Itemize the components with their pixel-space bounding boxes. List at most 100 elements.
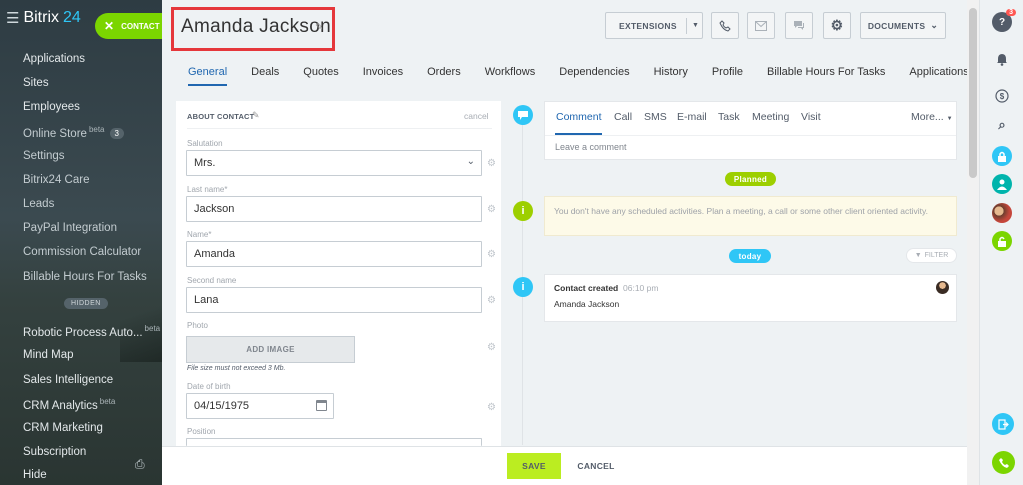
sidebar-item-sites[interactable]: Sites [23, 77, 49, 89]
tab-dependencies[interactable]: Dependencies [559, 66, 629, 86]
position-field[interactable] [186, 438, 482, 446]
chat-button[interactable] [785, 12, 813, 39]
tab-applications[interactable]: Applications [909, 66, 968, 86]
save-button[interactable]: SAVE [507, 453, 561, 479]
documents-button[interactable]: DOCUMENTS ⌄ [860, 12, 946, 39]
sidebar-item-crm-analytics[interactable]: CRM Analytics beta [23, 397, 115, 412]
tab-quotes[interactable]: Quotes [303, 66, 338, 86]
caret-down-icon[interactable]: ▼ [692, 22, 699, 29]
sidebar-item-leads[interactable]: Leads [23, 198, 54, 210]
filter-button[interactable]: ▼ FILTER [906, 248, 957, 263]
mail-icon [755, 20, 767, 31]
sidebar-item-subscription[interactable]: Subscription [23, 446, 86, 458]
avatar[interactable] [936, 281, 949, 294]
sidebar-item-commission[interactable]: Commission Calculator [23, 246, 141, 258]
dob-field[interactable]: 04/15/1975 [186, 393, 334, 419]
chevron-down-icon: ⌄ [466, 156, 475, 167]
telephony-icon[interactable]: $ [992, 86, 1012, 106]
divider [545, 135, 956, 136]
comment-icon [513, 105, 533, 125]
tab-invoices[interactable]: Invoices [363, 66, 403, 86]
tab-deals[interactable]: Deals [251, 66, 279, 86]
sidebar-item-bitrix24-care[interactable]: Bitrix24 Care [23, 174, 89, 186]
printer-icon[interactable]: ⎙ [135, 457, 145, 472]
add-image-button[interactable]: ADD IMAGE [186, 336, 355, 363]
scrollbar-thumb[interactable] [969, 8, 977, 178]
tab-orders[interactable]: Orders [427, 66, 461, 86]
tab-call[interactable]: Call [614, 111, 632, 123]
bell-icon[interactable] [992, 49, 1012, 69]
sidebar-item-crm-marketing[interactable]: CRM Marketing [23, 422, 103, 434]
sidebar-item-applications[interactable]: Applications [23, 53, 85, 65]
tab-general[interactable]: General [188, 66, 228, 86]
sidebar-item-hide[interactable]: Hide [23, 469, 47, 481]
user-icon[interactable] [992, 174, 1012, 194]
extensions-button[interactable]: EXTENSIONS ▼ [605, 12, 703, 39]
brand-logo[interactable]: ☰ Bitrix 24 [6, 9, 81, 27]
planned-badge: Planned [725, 172, 776, 186]
sidebar-item-online-store[interactable]: Online Store beta 3 [23, 125, 124, 140]
section-cancel-link[interactable]: cancel [464, 111, 489, 121]
cancel-button[interactable]: CANCEL [570, 453, 622, 479]
tab-sms[interactable]: SMS [644, 111, 667, 123]
chat-icon [794, 21, 804, 30]
no-activities-notice: You don't have any scheduled activities.… [544, 196, 957, 236]
section-title: ABOUT CONTACT [187, 112, 255, 121]
search-icon[interactable]: ⌕ [992, 115, 1012, 135]
settings-button[interactable]: ⚙ [823, 12, 851, 39]
lock-icon[interactable] [992, 146, 1012, 166]
comment-input[interactable]: Leave a comment [555, 142, 627, 152]
sidebar-item-paypal[interactable]: PayPal Integration [23, 222, 117, 234]
tab-billable-hours[interactable]: Billable Hours For Tasks [767, 66, 885, 86]
secondname-field[interactable]: Lana [186, 287, 482, 313]
sidebar-item-employees[interactable]: Employees [23, 101, 80, 113]
phone-icon[interactable] [992, 451, 1015, 474]
gear-icon[interactable]: ⚙ [487, 342, 496, 353]
close-icon: ✕ [104, 19, 115, 33]
gear-icon[interactable]: ⚙ [487, 295, 496, 306]
caret-down-icon: ▼ [946, 116, 953, 122]
sidebar-item-mind-map[interactable]: Mind Map [23, 349, 74, 361]
tab-profile[interactable]: Profile [712, 66, 743, 86]
contact-close-button[interactable]: ✕ CONTACT [95, 13, 163, 39]
exit-icon[interactable] [992, 413, 1014, 435]
salutation-select[interactable]: Mrs. ⌄ [186, 150, 482, 176]
divider [187, 128, 492, 129]
history-contact-name[interactable]: Amanda Jackson [554, 299, 619, 309]
sidebar-background-decoration [120, 282, 162, 362]
calendar-icon[interactable] [316, 400, 327, 411]
tab-bar: General Deals Quotes Invoices Orders Wor… [188, 66, 993, 86]
tab-comment[interactable]: Comment [556, 111, 602, 123]
history-item: Contact created 06:10 pm Amanda Jackson [544, 274, 957, 322]
hidden-section-label[interactable]: HIDDEN [64, 298, 108, 309]
sidebar-item-sales-intelligence[interactable]: Sales Intelligence [23, 374, 113, 386]
gear-icon[interactable]: ⚙ [487, 249, 496, 260]
sidebar-item-rpa[interactable]: Robotic Process Auto... beta [23, 324, 160, 339]
lastname-field[interactable]: Jackson [186, 196, 482, 222]
help-icon[interactable]: ? 3 [992, 9, 1016, 32]
email-button[interactable] [747, 12, 775, 39]
group-avatar-icon[interactable] [992, 203, 1012, 223]
lock-open-icon[interactable] [992, 231, 1012, 251]
gear-icon[interactable]: ⚙ [487, 402, 496, 413]
menu-icon[interactable]: ☰ [6, 9, 19, 27]
name-field[interactable]: Amanda [186, 241, 482, 267]
gear-icon[interactable]: ⚙ [487, 158, 496, 169]
pencil-icon[interactable]: ✎ [252, 110, 260, 121]
activity-editor: Comment Call SMS E-mail Task Meeting Vis… [544, 101, 957, 160]
dob-label: Date of birth [187, 382, 231, 391]
tab-workflows[interactable]: Workflows [485, 66, 536, 86]
sidebar-item-settings[interactable]: Settings [23, 150, 65, 162]
tab-meeting[interactable]: Meeting [752, 111, 789, 123]
gear-icon[interactable]: ⚙ [487, 204, 496, 215]
name-label: Name* [187, 230, 212, 239]
tab-history[interactable]: History [654, 66, 688, 86]
tab-more[interactable]: More... ▼ [911, 111, 953, 123]
tab-email[interactable]: E-mail [677, 111, 707, 123]
lastname-label: Last name* [187, 185, 228, 194]
phone-button[interactable] [711, 12, 739, 39]
tab-task[interactable]: Task [718, 111, 740, 123]
chevron-down-icon: ⌄ [930, 20, 939, 30]
history-title: Contact created [554, 283, 619, 293]
tab-visit[interactable]: Visit [801, 111, 821, 123]
